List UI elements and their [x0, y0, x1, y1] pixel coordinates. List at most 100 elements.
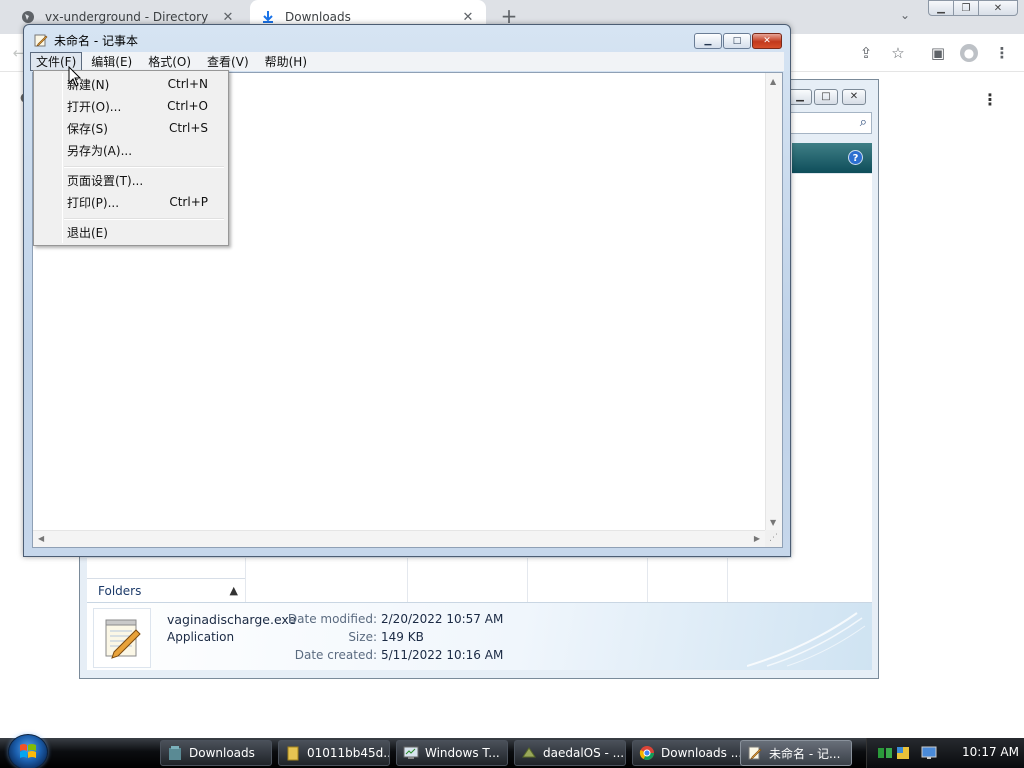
mouse-cursor-icon — [68, 66, 82, 87]
folder-icon — [287, 746, 299, 761]
scroll-up-icon[interactable]: ▲ — [770, 77, 776, 86]
menu-item-label: 退出(E) — [67, 225, 108, 240]
menu-item-shortcut: Ctrl+N — [167, 77, 208, 91]
star-icon[interactable]: ☆ — [889, 44, 907, 62]
menu-format[interactable]: 格式(O) — [141, 52, 198, 71]
network-icon[interactable] — [877, 745, 893, 761]
globe-icon — [20, 9, 36, 25]
column-divider — [407, 558, 408, 602]
column-divider — [527, 558, 528, 602]
kebab-menu-icon[interactable]: ⋮ — [993, 44, 1011, 62]
column-divider — [727, 558, 728, 602]
app-icon — [522, 747, 536, 758]
menu-view[interactable]: 查看(V) — [200, 52, 256, 71]
menu-separator — [64, 166, 224, 168]
menu-item-save[interactable]: 保存(S) Ctrl+S — [36, 117, 226, 139]
close-button[interactable]: ✕ — [978, 0, 1018, 16]
menu-item-shortcut: Ctrl+S — [168, 121, 208, 135]
file-name: vaginadischarge.exe — [167, 612, 297, 627]
browser-tab-title: Downloads — [285, 10, 351, 24]
title-bar[interactable]: 未命名 - 记事本 ▁ □ ✕ — [24, 25, 790, 53]
details-pane: vaginadischarge.exe Application Date mod… — [87, 602, 872, 670]
taskbar-button-folder-hash[interactable]: 01011bb45d... — [278, 740, 390, 766]
menu-item-label: 打印(P)... — [67, 195, 120, 210]
taskbar: Downloads 01011bb45d... Windows T... dae… — [0, 734, 1024, 768]
minimize-button[interactable]: ▁ — [694, 33, 722, 49]
menu-item-save-as[interactable]: 另存为(A)... — [36, 139, 226, 161]
folders-label: Folders — [98, 583, 142, 598]
kebab-menu-icon[interactable]: ⋮ — [982, 90, 998, 109]
menu-bar: 文件(F) 编辑(E) 格式(O) 查看(V) 帮助(H) — [30, 52, 784, 71]
taskbar-button-label: 未命名 - 记... — [769, 746, 841, 761]
close-button[interactable]: ✕ — [842, 89, 866, 105]
search-input[interactable]: ⌕ — [784, 112, 872, 134]
taskbar-button-label: Windows T... — [425, 746, 500, 760]
window-title: 未命名 - 记事本 — [54, 34, 138, 48]
help-icon[interactable]: ? — [848, 150, 863, 165]
menu-item-shortcut: Ctrl+P — [169, 195, 208, 209]
folders-toggle[interactable]: Folders ▲ — [87, 578, 245, 602]
taskbar-button-chrome-downloads[interactable]: Downloads ... — [632, 740, 744, 766]
clock[interactable]: 10:17 AM — [962, 745, 1019, 759]
date-modified-value: 2/20/2022 10:57 AM — [381, 612, 504, 626]
menu-edit[interactable]: 编辑(E) — [84, 52, 139, 71]
taskbar-button-task-manager[interactable]: Windows T... — [396, 740, 508, 766]
command-bar: ? — [792, 143, 872, 173]
restore-button[interactable]: ❐ — [953, 0, 979, 16]
taskbar-button-daedalos[interactable]: daedalOS - ... — [514, 740, 626, 766]
menu-separator — [64, 218, 224, 220]
chevron-down-icon[interactable]: ⌄ — [896, 8, 914, 26]
resize-grip-icon[interactable]: ⋰ — [765, 530, 782, 547]
menu-help[interactable]: 帮助(H) — [258, 52, 314, 71]
date-created-value: 5/11/2022 10:16 AM — [381, 648, 504, 662]
download-icon — [260, 9, 276, 25]
system-tray: 10:17 AM — [866, 738, 1024, 768]
menu-item-print[interactable]: 打印(P)... Ctrl+P — [36, 191, 226, 213]
task-manager-icon — [403, 746, 419, 759]
scroll-right-icon[interactable]: ▶ — [754, 534, 760, 543]
windows-logo-icon — [20, 744, 36, 758]
close-button[interactable]: ✕ — [752, 33, 782, 49]
taskbar-button-notepad[interactable]: 未命名 - 记... — [740, 740, 852, 766]
file-list-area — [792, 173, 872, 603]
menu-item-open[interactable]: 打开(O)... Ctrl+O — [36, 95, 226, 117]
vertical-scrollbar[interactable]: ▲ ▼ — [765, 73, 782, 531]
minimize-button[interactable]: ▁ — [788, 89, 812, 105]
size-label: Size: — [348, 630, 377, 644]
menu-item-label: 保存(S) — [67, 121, 108, 136]
start-button[interactable] — [8, 734, 48, 768]
column-divider — [245, 558, 246, 602]
close-icon[interactable]: ✕ — [220, 10, 236, 25]
sidepanel-icon[interactable]: ▣ — [929, 44, 947, 62]
taskbar-button-downloads-folder[interactable]: Downloads — [160, 740, 272, 766]
maximize-button[interactable]: □ — [814, 89, 838, 105]
scroll-left-icon[interactable]: ◀ — [38, 534, 44, 543]
profile-icon[interactable]: ● — [960, 44, 978, 62]
taskbar-button-label: daedalOS - ... — [543, 746, 625, 760]
date-created-label: Date created: — [294, 648, 377, 662]
menu-item-label: 另存为(A)... — [67, 143, 133, 158]
date-modified-label: Date modified: — [287, 612, 377, 626]
taskbar-button-label: Downloads — [189, 746, 255, 760]
column-divider — [647, 558, 648, 602]
menu-item-label: 打开(O)... — [67, 99, 122, 114]
notepad-icon — [748, 746, 762, 760]
close-icon[interactable]: ✕ — [460, 10, 476, 25]
size-value: 149 KB — [381, 630, 424, 644]
menu-item-exit[interactable]: 退出(E) — [36, 221, 226, 243]
horizontal-scrollbar[interactable]: ◀ ▶ — [33, 530, 765, 547]
menu-item-page-setup[interactable]: 页面设置(T)... — [36, 169, 226, 191]
menu-item-label: 页面设置(T)... — [67, 173, 144, 188]
browser-tab-title: vx-underground - Directory — [45, 10, 209, 24]
scroll-down-icon[interactable]: ▼ — [770, 518, 776, 527]
file-type: Application — [167, 630, 235, 644]
display-icon[interactable] — [921, 745, 937, 761]
security-icon[interactable] — [895, 745, 911, 761]
taskbar-button-label: 01011bb45d... — [307, 746, 390, 760]
chevron-up-icon: ▲ — [229, 584, 238, 597]
maximize-button[interactable]: □ — [723, 33, 751, 49]
share-icon[interactable]: ⇪ — [857, 44, 875, 62]
notepad-icon — [34, 34, 48, 47]
minimize-button[interactable]: ▁ — [928, 0, 954, 16]
menu-item-new[interactable]: 新建(N) Ctrl+N — [36, 73, 226, 95]
